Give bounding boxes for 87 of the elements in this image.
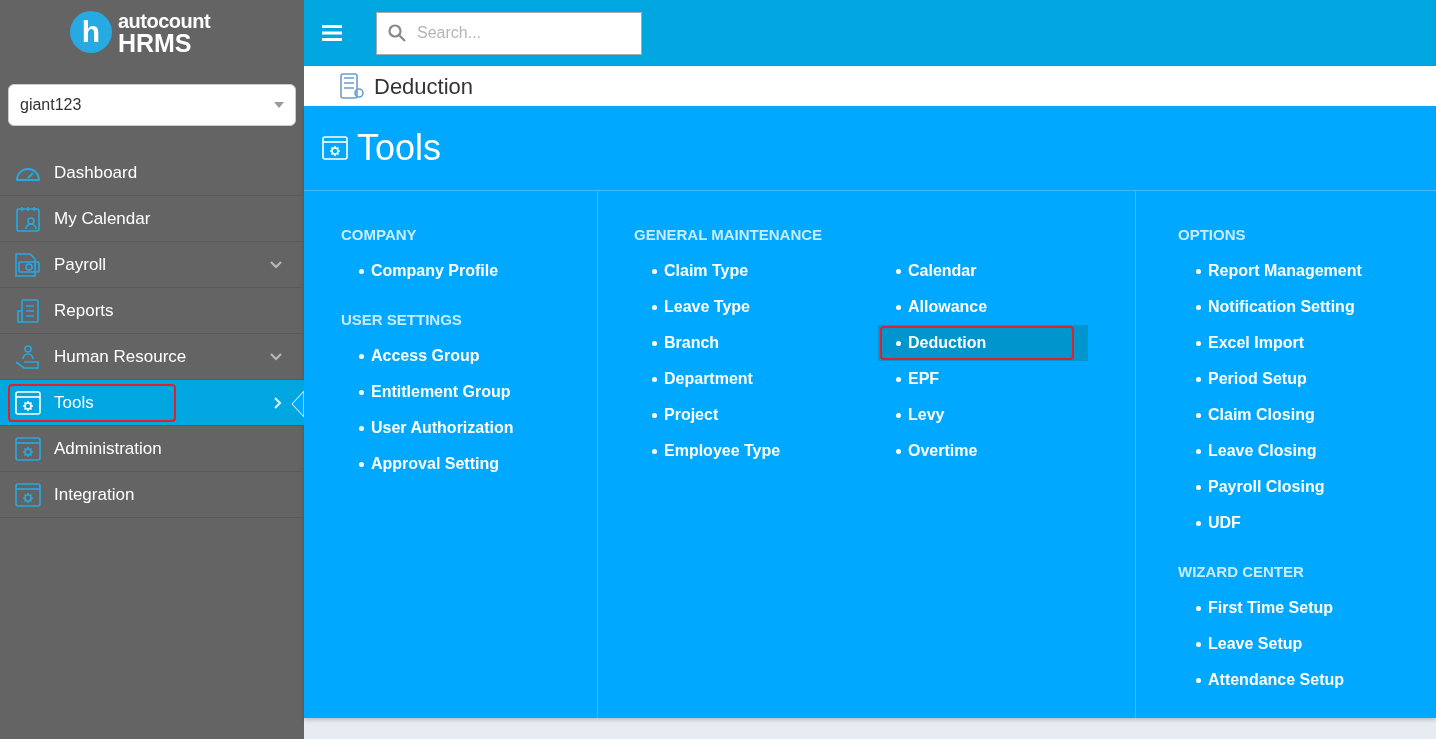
bullet-icon [1196,376,1201,382]
dropdown-caret-icon [274,102,284,108]
sidebar-item[interactable]: Dashboard [0,150,304,196]
sidebar-item[interactable]: Payroll [0,242,304,288]
menu-link[interactable]: Allowance [878,289,1122,325]
sidebar-item[interactable]: Administration [0,426,304,472]
logo-product: HRMS [117,31,193,56]
calendar-person-icon [16,205,40,232]
section-heading: GENERAL MAINTENANCE [634,225,824,245]
hand-person-icon [15,343,41,370]
bullet-icon [896,304,901,310]
menu-link[interactable]: Approval Setting [341,446,514,482]
window-gear-icon [15,390,41,415]
menu-link[interactable]: Employee Type [634,433,878,469]
menu-link[interactable]: Attendance Setup [1178,662,1344,698]
bullet-icon [1196,484,1201,490]
menu-link[interactable]: Payroll Closing [1178,469,1362,505]
menu-link[interactable]: Excel Import [1178,325,1362,361]
bullet-icon [896,448,901,454]
sidebar-item[interactable]: Integration [0,472,304,518]
menu-link[interactable]: Company Profile [341,253,499,289]
menu-link[interactable]: Claim Closing [1178,397,1362,433]
sidebar-item[interactable]: My Calendar [0,196,304,242]
bullet-icon [1196,677,1201,683]
menu-title: Tools [357,130,442,166]
window-gear-icon [15,482,41,507]
search-icon [388,23,406,42]
bullet-icon [652,268,657,274]
menu-link[interactable]: Period Setup [1178,361,1362,397]
bullet-icon [1196,605,1201,611]
menu-link[interactable]: Notification Setting [1178,289,1362,325]
menu-link[interactable]: Department [634,361,878,397]
window-gear-icon [322,136,348,160]
menu-link[interactable]: User Authorization [341,410,514,446]
menu-link[interactable]: Levy [878,397,1122,433]
menu-link[interactable]: Branch [634,325,878,361]
bullet-icon [1196,268,1201,274]
bullet-icon [359,268,364,274]
sidebar-item[interactable]: Tools [0,380,304,426]
menu-link[interactable]: EPF [878,361,1122,397]
window-gear-icon [15,436,41,461]
bullet-icon [652,412,657,418]
bullet-icon [896,376,901,382]
menu-link[interactable]: Overtime [878,433,1122,469]
bullet-icon [359,389,364,395]
menu-link[interactable]: Leave Type [634,289,878,325]
section-heading: WIZARD CENTER [1178,562,1305,582]
bullet-icon [652,376,657,382]
page-title: Deduction [374,73,474,101]
logo-brand: autocount [117,11,211,31]
calculator-icon [340,73,364,99]
menu-link[interactable]: Entitlement Group [341,374,514,410]
section-heading: COMPANY [341,225,418,245]
bullet-icon [896,268,901,274]
bullet-icon [1196,520,1201,526]
bullet-icon [1196,412,1201,418]
bullet-icon [359,461,364,467]
bullet-icon [652,304,657,310]
menu-link[interactable]: Deduction [878,325,1088,361]
menu-link[interactable]: Report Management [1178,253,1362,289]
bullet-icon [1196,641,1201,647]
bullet-icon [1196,448,1201,454]
sidebar-item[interactable]: Reports [0,288,304,334]
menu-link[interactable]: Access Group [341,338,514,374]
bullet-icon [896,412,901,418]
section-heading: OPTIONS [1178,225,1247,245]
search-field[interactable]: Search... [376,11,642,55]
banknote-icon [15,252,41,277]
bullet-icon [652,340,657,346]
menu-link[interactable]: Claim Type [634,253,878,289]
logo-mark: h [69,11,112,53]
company-select[interactable]: giant123 [8,84,296,126]
menu-link[interactable]: Leave Setup [1178,626,1344,662]
menu-link[interactable]: First Time Setup [1178,590,1344,626]
menu-icon[interactable] [322,25,342,41]
bullet-icon [652,448,657,454]
menu-link[interactable]: Calendar [878,253,1122,289]
bullet-icon [896,340,901,346]
bullet-icon [359,425,364,431]
document-icon [16,298,40,323]
section-heading: USER SETTINGS [341,310,463,330]
menu-link[interactable]: Project [634,397,878,433]
menu-link[interactable]: UDF [1178,505,1362,541]
bullet-icon [1196,304,1201,310]
bullet-icon [359,353,364,359]
bullet-icon [1196,340,1201,346]
menu-link[interactable]: Leave Closing [1178,433,1362,469]
